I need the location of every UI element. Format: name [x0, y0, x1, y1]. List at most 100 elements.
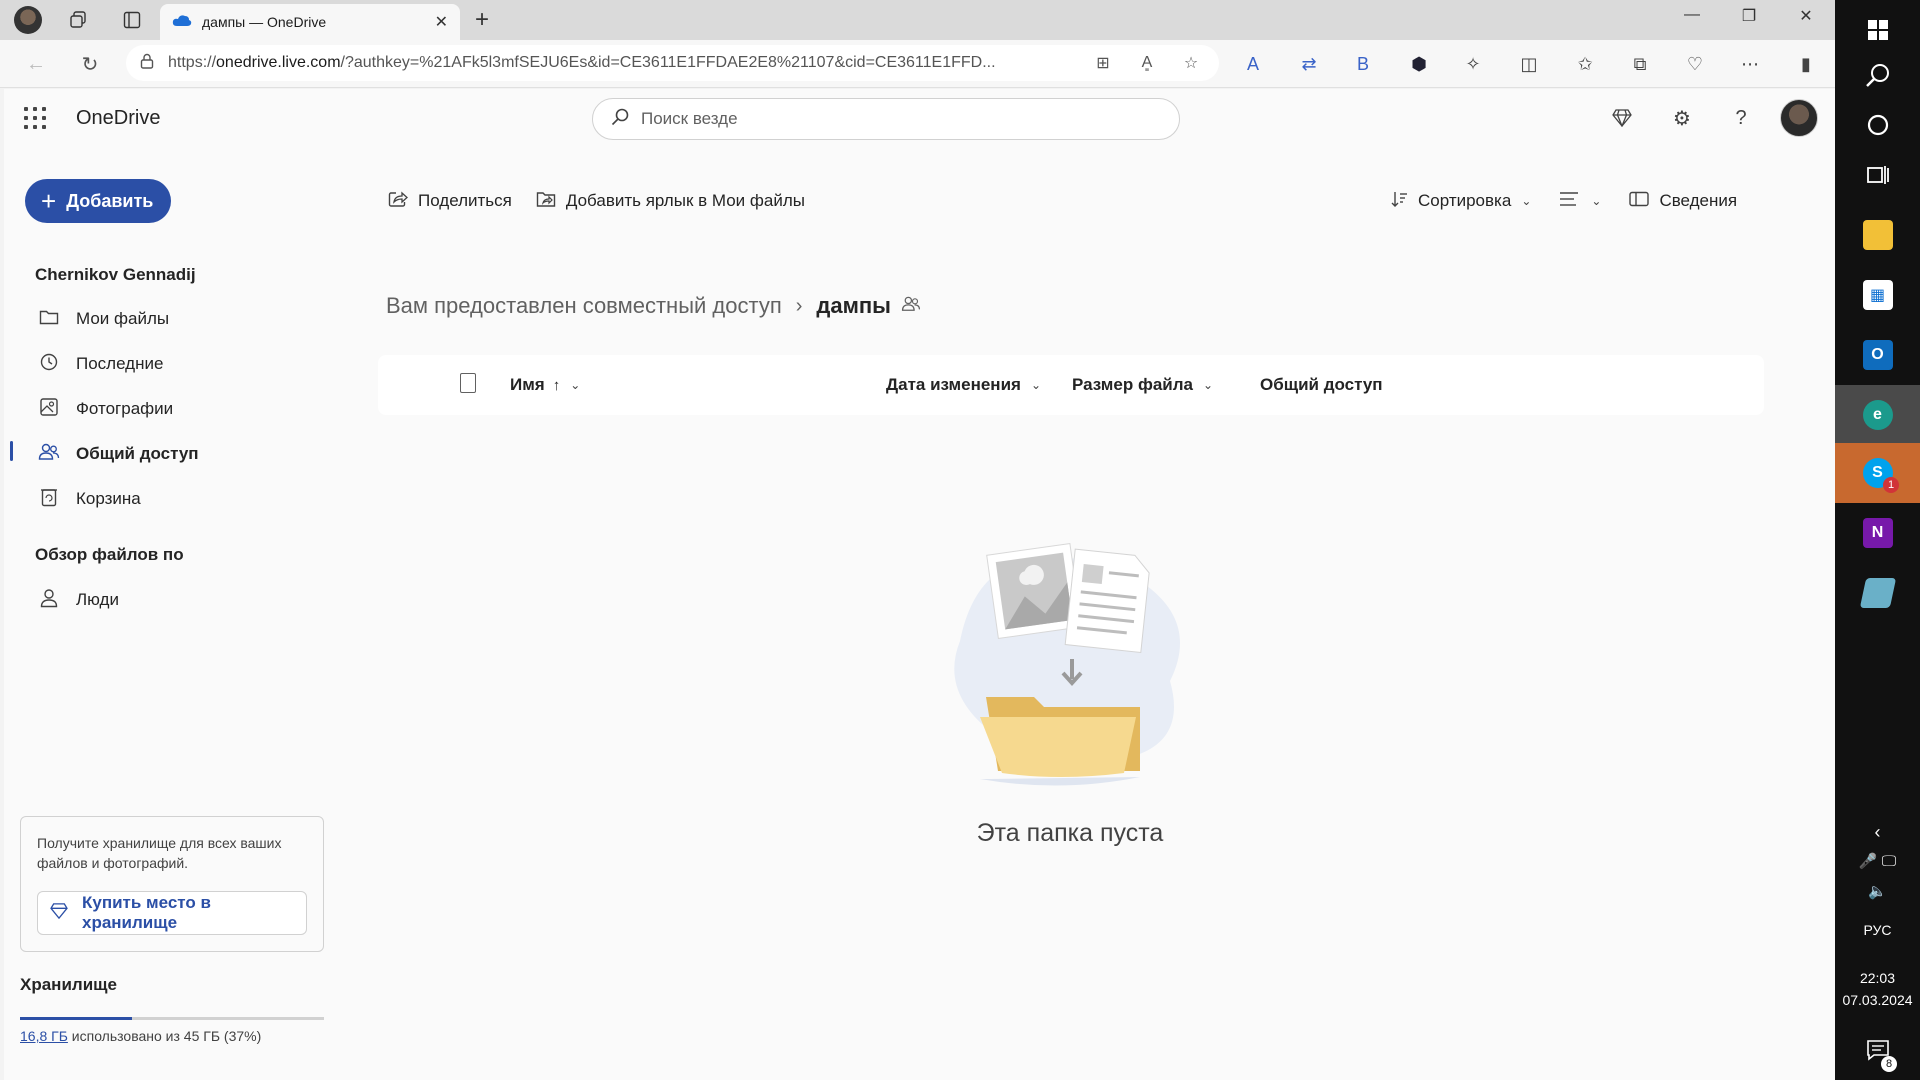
- app-available-icon[interactable]: ⊞: [1089, 53, 1117, 73]
- edge-browser-icon[interactable]: e: [1835, 385, 1920, 445]
- lingvo-extension-icon[interactable]: B: [1350, 52, 1376, 76]
- tab-bar: дампы — OneDrive ✕ + — ❐ ✕: [0, 0, 1835, 40]
- favorites-icon[interactable]: ✩: [1572, 52, 1598, 76]
- restore-icon[interactable]: ❐: [1729, 6, 1769, 26]
- column-sharing-label: Общий доступ: [1260, 375, 1383, 394]
- app-title[interactable]: OneDrive: [76, 107, 160, 130]
- empty-folder-illustration: [940, 531, 1200, 791]
- sidebar-item-recent[interactable]: Последние: [4, 342, 304, 386]
- search-box[interactable]: Поиск везде: [592, 98, 1180, 140]
- onedrive-cloud-icon: [172, 13, 192, 32]
- sidebar-item-label: Фотографии: [76, 399, 174, 418]
- sidebar-item-label: Люди: [76, 590, 119, 609]
- translate-extension-icon[interactable]: A: [1240, 52, 1266, 76]
- chevron-left-icon[interactable]: ‹: [1835, 822, 1920, 843]
- workspaces-icon[interactable]: [66, 8, 90, 32]
- outlook-icon[interactable]: O: [1835, 325, 1920, 385]
- tab-actions-icon[interactable]: [120, 8, 144, 32]
- extensions-icon[interactable]: ✧: [1460, 52, 1486, 76]
- chevron-down-icon: ⌄: [1202, 378, 1214, 392]
- read-aloud-icon[interactable]: A͈: [1133, 54, 1161, 72]
- sidebar-toggle-icon[interactable]: ▮: [1793, 52, 1819, 76]
- close-window-icon[interactable]: ✕: [1786, 6, 1826, 26]
- premium-diamond-icon[interactable]: [1609, 105, 1635, 131]
- browser-essentials-icon[interactable]: ♡: [1682, 52, 1708, 76]
- share-button[interactable]: Поделиться: [388, 190, 512, 213]
- app-header: OneDrive Поиск везде ⚙ ?: [4, 89, 1835, 147]
- shield-extension-icon[interactable]: ⬢: [1406, 52, 1432, 76]
- split-screen-icon[interactable]: ◫: [1516, 52, 1542, 76]
- settings-gear-icon[interactable]: ⚙: [1669, 105, 1695, 131]
- minimize-icon[interactable]: —: [1672, 6, 1712, 24]
- column-name[interactable]: Имя ↑ ⌄: [510, 375, 580, 395]
- microsoft-store-icon[interactable]: ▦: [1835, 265, 1920, 325]
- file-explorer-icon[interactable]: [1835, 205, 1920, 265]
- windows-taskbar: ▦ O e S 1 N ‹ 🎤 🖵 🔈 РУС 22:03 07.03.2024…: [1835, 0, 1920, 1080]
- task-view-icon[interactable]: [1835, 145, 1920, 205]
- more-menu-icon[interactable]: ⋯: [1737, 52, 1763, 76]
- app-launcher-icon[interactable]: [24, 107, 46, 129]
- skype-icon[interactable]: S 1: [1835, 443, 1920, 503]
- buy-storage-button[interactable]: Купить место в хранилище: [37, 891, 307, 935]
- app-icon[interactable]: [1835, 563, 1920, 623]
- column-sharing[interactable]: Общий доступ: [1260, 375, 1383, 395]
- tray-icons[interactable]: 🎤 🖵: [1835, 852, 1920, 870]
- notification-count: 8: [1881, 1056, 1897, 1072]
- profile-avatar[interactable]: [14, 6, 42, 34]
- empty-folder-message: Эта папка пуста: [976, 819, 1164, 847]
- close-tab-icon[interactable]: ✕: [435, 12, 448, 32]
- sync-extension-icon[interactable]: ⇄: [1296, 52, 1322, 76]
- breadcrumb-parent[interactable]: Вам предоставлен совместный доступ: [386, 293, 782, 319]
- volume-icon[interactable]: 🔈: [1835, 882, 1920, 900]
- back-icon[interactable]: ←: [22, 50, 50, 78]
- promo-text: Получите хранилище для всех ваших файлов…: [37, 835, 282, 871]
- details-pane-icon: [1629, 191, 1650, 212]
- address-toolbar: ← ↻ https://onedrive.live.com/?authkey=%…: [0, 40, 1835, 88]
- clock-time[interactable]: 22:03: [1835, 970, 1920, 986]
- sidebar-item-photos[interactable]: Фотографии: [4, 387, 304, 431]
- add-shortcut-icon: [536, 190, 556, 213]
- tab-onedrive[interactable]: дампы — OneDrive ✕: [160, 4, 460, 40]
- buy-storage-label: Купить место в хранилище: [82, 893, 211, 932]
- photos-icon: [36, 397, 62, 422]
- column-name-label: Имя: [510, 375, 545, 394]
- details-button[interactable]: Сведения: [1629, 191, 1737, 212]
- sidebar-item-people[interactable]: Люди: [4, 578, 304, 622]
- plus-icon: +: [41, 186, 57, 216]
- add-shortcut-label: Добавить ярлык в Мои файлы: [565, 191, 805, 210]
- command-bar: Поделиться Добавить ярлык в Мои файлы: [388, 179, 829, 223]
- add-new-button[interactable]: + Добавить: [25, 179, 171, 223]
- storage-used-link[interactable]: 16,8 ГБ: [20, 1028, 68, 1044]
- refresh-icon[interactable]: ↻: [76, 50, 104, 78]
- add-shortcut-button[interactable]: Добавить ярлык в Мои файлы: [536, 190, 805, 213]
- folder-icon: [36, 309, 62, 330]
- action-center-icon[interactable]: 8: [1835, 1020, 1920, 1080]
- sort-button[interactable]: Сортировка ⌄: [1390, 190, 1531, 213]
- new-tab-button[interactable]: +: [468, 6, 496, 34]
- storage-usage-text: 16,8 ГБ использовано из 45 ГБ (37%): [20, 1028, 261, 1044]
- column-size[interactable]: Размер файла ⌄: [1072, 375, 1213, 395]
- collections-icon[interactable]: ⧉: [1627, 52, 1653, 76]
- file-list-header: Имя ↑ ⌄ Дата изменения ⌄ Размер файла ⌄ …: [378, 355, 1764, 415]
- person-icon: [36, 588, 62, 613]
- breadcrumb-current: дампы: [816, 293, 891, 318]
- list-view-icon: [1559, 191, 1579, 212]
- sidebar-item-shared[interactable]: Общий доступ: [4, 432, 304, 476]
- sidebar-item-label: Мои файлы: [76, 309, 170, 328]
- shared-folder-icon[interactable]: [901, 296, 921, 317]
- view-options-button[interactable]: ⌄: [1559, 191, 1601, 212]
- favorite-star-icon[interactable]: ☆: [1177, 53, 1205, 73]
- address-bar[interactable]: https://onedrive.live.com/?authkey=%21AF…: [126, 45, 1219, 81]
- column-modified-label: Дата изменения: [886, 375, 1021, 394]
- sidebar-item-label: Корзина: [76, 489, 141, 508]
- onenote-icon[interactable]: N: [1835, 503, 1920, 563]
- sidebar-item-recycle-bin[interactable]: Корзина: [4, 477, 304, 521]
- account-avatar[interactable]: [1780, 99, 1818, 137]
- clock-date[interactable]: 07.03.2024: [1835, 992, 1920, 1008]
- help-icon[interactable]: ?: [1728, 105, 1754, 131]
- chevron-right-icon: ›: [795, 294, 803, 317]
- language-indicator[interactable]: РУС: [1835, 922, 1920, 938]
- sidebar-item-my-files[interactable]: Мои файлы: [4, 297, 304, 341]
- search-input[interactable]: Поиск везде: [641, 109, 738, 129]
- column-modified[interactable]: Дата изменения ⌄: [886, 375, 1041, 395]
